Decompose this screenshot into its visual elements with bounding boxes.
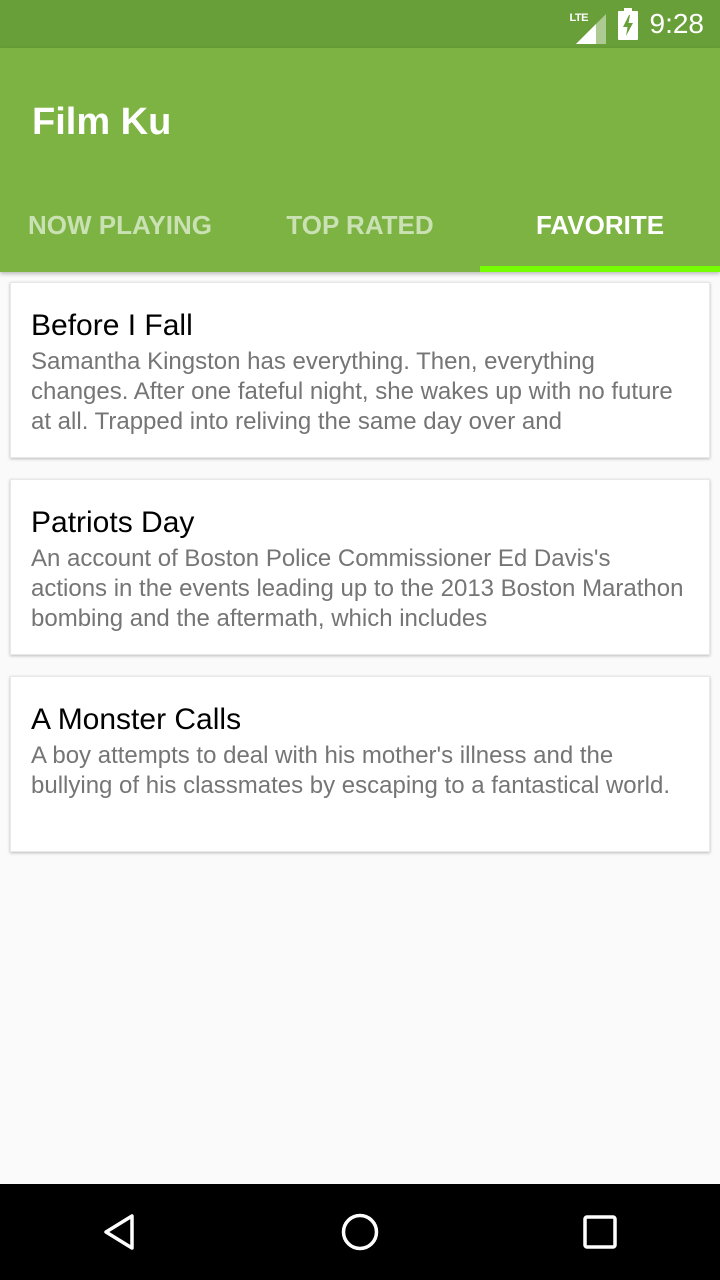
lte-signal-icon: LTE	[570, 6, 606, 44]
movie-card[interactable]: Before I Fall Samantha Kingston has ever…	[10, 282, 710, 458]
status-icons: LTE 9:28	[570, 0, 705, 48]
movie-description: A boy attempts to deal with his mother's…	[31, 742, 670, 799]
tab-top-rated[interactable]: TOP RATED	[240, 178, 480, 272]
home-button[interactable]	[320, 1192, 400, 1272]
system-navigation-bar	[0, 1184, 720, 1280]
status-clock: 9:28	[649, 8, 705, 39]
app-bar: Film Ku NOW PLAYING TOP RATED FAVORITE	[0, 48, 720, 272]
favorite-movie-list: Before I Fall Samantha Kingston has ever…	[10, 282, 710, 873]
back-button[interactable]	[80, 1192, 160, 1272]
back-icon	[104, 1214, 134, 1250]
movie-title: Before I Fall	[31, 309, 193, 342]
movie-title: A Monster Calls	[31, 703, 242, 736]
status-bar: LTE 9:28	[0, 0, 720, 48]
movie-description: Samantha Kingston has everything. Then, …	[31, 348, 673, 435]
battery-charging-icon	[617, 8, 638, 40]
recents-icon	[583, 1215, 617, 1249]
tab-favorite[interactable]: FAVORITE	[480, 178, 720, 272]
app-title: Film Ku	[32, 101, 172, 143]
tab-now-playing[interactable]: NOW PLAYING	[0, 178, 240, 272]
movie-card[interactable]: Patriots Day An account of Boston Police…	[10, 479, 710, 655]
movie-card[interactable]: A Monster Calls A boy attempts to deal w…	[10, 676, 710, 852]
tab-bar: NOW PLAYING TOP RATED FAVORITE	[0, 178, 720, 272]
movie-description: An account of Boston Police Commissioner…	[31, 545, 684, 632]
home-icon	[341, 1213, 379, 1251]
movie-title: Patriots Day	[31, 506, 195, 539]
recents-button[interactable]	[560, 1192, 640, 1272]
